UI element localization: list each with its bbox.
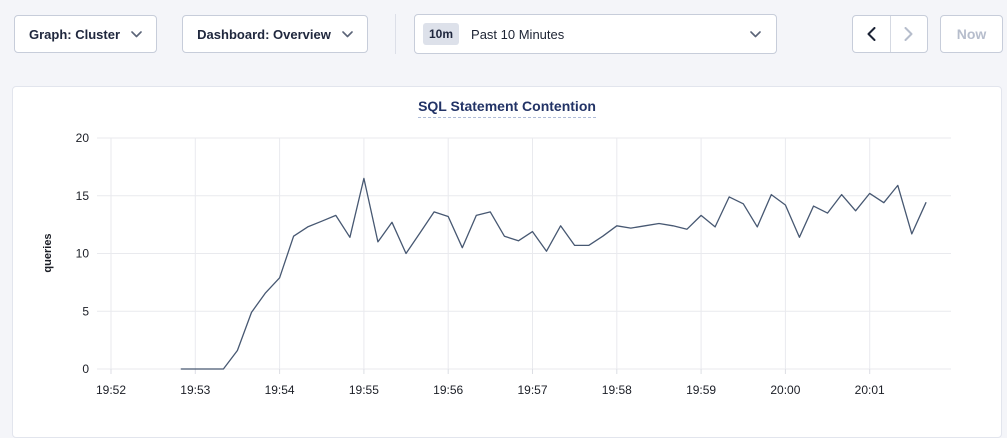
time-window-dropdown[interactable]: 10m Past 10 Minutes (414, 14, 777, 54)
chevron-down-icon (342, 31, 353, 38)
x-tick-label: 19:54 (265, 383, 295, 397)
chevron-down-icon (750, 31, 761, 38)
chart-title-wrap: SQL Statement Contention (13, 98, 1001, 118)
graph-dropdown-label: Graph: Cluster (29, 27, 120, 42)
x-tick-label: 19:52 (96, 383, 126, 397)
chart-card: SQL Statement Contention 0 5 10 15 20 19:52 19… (12, 86, 1002, 438)
chart-title[interactable]: SQL Statement Contention (418, 98, 596, 118)
graph-dropdown[interactable]: Graph: Cluster (14, 15, 157, 53)
y-tick-label: 15 (76, 189, 90, 203)
x-tick-label: 19:56 (433, 383, 463, 397)
series-line (181, 178, 926, 369)
y-axis-label: queries (42, 233, 54, 272)
dashboard-dropdown-label: Dashboard: Overview (197, 27, 331, 42)
x-tick-label: 19:59 (686, 383, 716, 397)
time-preset-badge: 10m (423, 23, 459, 45)
y-tick-label: 5 (82, 304, 89, 318)
toolbar-divider (395, 14, 396, 54)
y-tick-label: 10 (76, 247, 90, 261)
prev-time-button[interactable] (853, 16, 891, 52)
x-tick-label: 20:00 (770, 383, 800, 397)
time-window-label: Past 10 Minutes (471, 27, 564, 42)
chevron-down-icon (131, 31, 142, 38)
dashboard-dropdown[interactable]: Dashboard: Overview (182, 15, 368, 53)
chevron-right-icon (904, 27, 913, 41)
next-time-button[interactable] (891, 16, 928, 52)
x-tick-label: 19:53 (180, 383, 210, 397)
y-tick-label: 20 (76, 131, 90, 145)
sql-statement-contention-chart[interactable]: 0 5 10 15 20 19:52 19:53 19:54 19:55 19:56 19:57 19… (13, 87, 1003, 417)
now-button-label: Now (957, 26, 987, 42)
x-tick-label: 19:55 (349, 383, 379, 397)
x-tick-label: 20:01 (855, 383, 885, 397)
time-shift-button-group (852, 15, 928, 53)
chevron-left-icon (867, 27, 876, 41)
x-tick-label: 19:57 (517, 383, 547, 397)
x-tick-label: 19:58 (602, 383, 632, 397)
now-button[interactable]: Now (940, 15, 1003, 53)
y-tick-label: 0 (82, 362, 89, 376)
